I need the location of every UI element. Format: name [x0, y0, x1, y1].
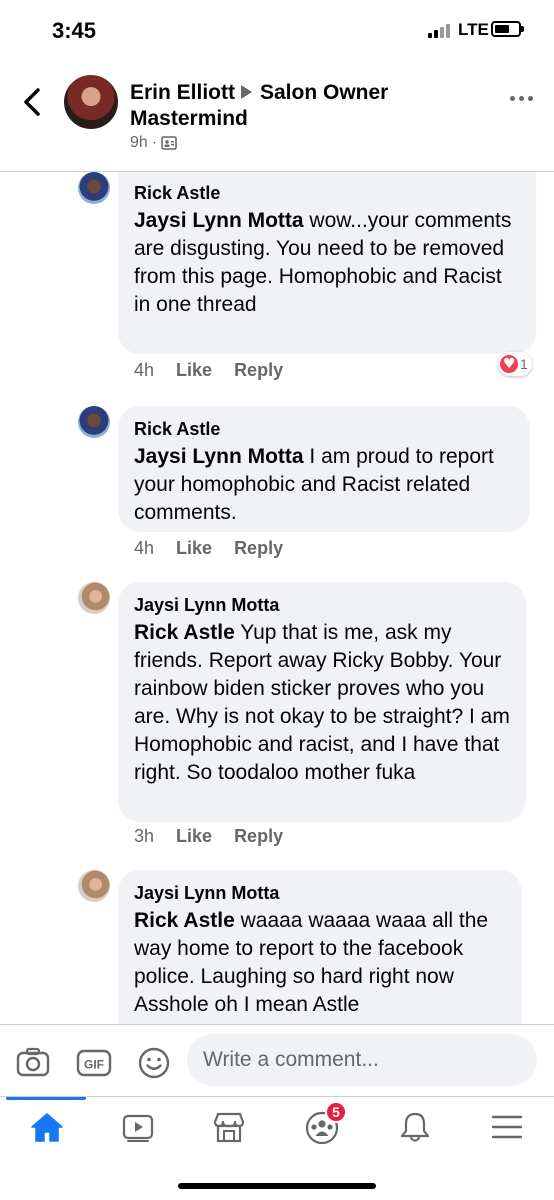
comment-mention[interactable]: Rick Astle — [134, 909, 235, 932]
meta-separator: · — [151, 134, 158, 151]
tab-groups[interactable]: 5 — [299, 1101, 347, 1147]
gif-button[interactable]: GIF — [76, 1045, 112, 1079]
comments-feed[interactable]: Rick Astle Jaysi Lynn Motta wow...your c… — [0, 172, 554, 1024]
like-button[interactable]: Like — [176, 360, 212, 381]
tab-menu[interactable] — [484, 1107, 530, 1147]
comment-author[interactable]: Jaysi Lynn Motta — [134, 594, 510, 616]
post-meta: 9h · — [130, 134, 177, 152]
comment-bubble[interactable]: Rick Astle Jaysi Lynn Motta wow...your c… — [118, 172, 536, 354]
tab-home[interactable] — [24, 1107, 70, 1147]
avatar[interactable] — [78, 406, 110, 438]
home-indicator[interactable] — [178, 1183, 376, 1189]
reaction-count: 1 — [520, 356, 528, 372]
like-button[interactable]: Like — [176, 538, 212, 559]
post-time[interactable]: 9h — [130, 134, 148, 152]
comment-text: Rick Astle Yup that is me, ask my friend… — [134, 619, 510, 787]
tab-watch[interactable] — [115, 1107, 161, 1147]
active-tab-indicator — [6, 1097, 86, 1100]
comment-time[interactable]: 4h — [134, 360, 154, 381]
gif-icon: GIF — [76, 1049, 112, 1077]
more-options-button[interactable] — [510, 94, 534, 104]
members-icon — [161, 136, 177, 150]
comment-actions: 3h Like Reply — [134, 826, 305, 847]
tab-notifications[interactable] — [392, 1107, 438, 1147]
reply-button[interactable]: Reply — [234, 826, 283, 847]
comment-mention[interactable]: Jaysi Lynn Motta — [134, 445, 304, 468]
emoji-button[interactable] — [137, 1045, 171, 1079]
camera-icon — [16, 1047, 50, 1077]
camera-button[interactable] — [16, 1045, 50, 1079]
comment-text: Jaysi Lynn Motta I am proud to report yo… — [134, 443, 514, 527]
comment-time[interactable]: 3h — [134, 826, 154, 847]
watch-icon — [122, 1114, 154, 1142]
emoji-icon — [138, 1047, 170, 1079]
avatar[interactable] — [78, 870, 110, 902]
battery-icon — [491, 21, 524, 37]
status-time: 3:45 — [52, 18, 97, 43]
like-button[interactable]: Like — [176, 826, 212, 847]
comment-bubble[interactable]: Rick Astle Jaysi Lynn Motta I am proud t… — [118, 406, 530, 532]
svg-text:GIF: GIF — [84, 1058, 104, 1072]
comment-author[interactable]: Jaysi Lynn Motta — [134, 882, 506, 904]
comment-bubble[interactable]: Jaysi Lynn Motta Rick Astle Yup that is … — [118, 582, 526, 822]
tab-marketplace[interactable] — [206, 1107, 252, 1147]
comment-actions: 4h Like Reply — [134, 538, 305, 559]
menu-icon — [491, 1115, 523, 1139]
arrow-right-icon — [241, 85, 252, 100]
comment-text: Jaysi Lynn Motta wow...your comments are… — [134, 207, 520, 319]
notifications-icon — [400, 1112, 430, 1142]
reply-button[interactable]: Reply — [234, 360, 283, 381]
tab-bar: 5 — [0, 1096, 554, 1200]
home-icon — [31, 1113, 63, 1142]
back-button[interactable] — [18, 84, 48, 120]
post-title[interactable]: Erin Elliott Salon Owner Mastermind — [130, 80, 470, 132]
status-bar: 3:45 LTE — [0, 0, 554, 60]
comment-mention[interactable]: Rick Astle — [134, 621, 235, 644]
comment-text: Rick Astle waaaa waaaa waaa all the way … — [134, 907, 506, 1019]
marketplace-icon — [213, 1112, 245, 1143]
comment-actions: 4h Like Reply — [134, 360, 305, 381]
cellular-signal-icon — [428, 24, 454, 38]
comment-time[interactable]: 4h — [134, 538, 154, 559]
comment-bubble[interactable]: Jaysi Lynn Motta Rick Astle waaaa waaaa … — [118, 870, 522, 1024]
comment-body: Yup that is me, ask my friends. Report a… — [134, 621, 510, 784]
heart-icon — [500, 355, 518, 373]
comment-composer: GIF — [0, 1024, 554, 1096]
post-header: Erin Elliott Salon Owner Mastermind 9h · — [0, 60, 554, 172]
avatar[interactable] — [78, 582, 110, 614]
comment-mention[interactable]: Jaysi Lynn Motta — [134, 209, 304, 232]
groups-badge: 5 — [325, 1101, 347, 1123]
author-avatar[interactable] — [64, 75, 118, 129]
network-type: LTE — [458, 20, 489, 39]
comment-author[interactable]: Rick Astle — [134, 182, 520, 204]
chevron-left-icon — [24, 88, 40, 116]
author-name[interactable]: Erin Elliott — [130, 81, 235, 104]
reply-button[interactable]: Reply — [234, 538, 283, 559]
reaction-badge[interactable]: 1 — [498, 352, 532, 376]
comment-input[interactable] — [187, 1034, 537, 1086]
avatar[interactable] — [78, 172, 110, 204]
comment-author[interactable]: Rick Astle — [134, 418, 514, 440]
